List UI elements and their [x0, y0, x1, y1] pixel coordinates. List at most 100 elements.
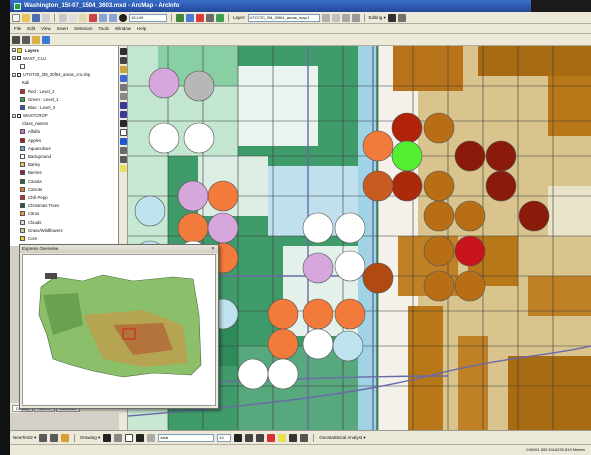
- add-data-icon[interactable]: [119, 13, 127, 22]
- rectangle-icon[interactable]: [125, 433, 134, 442]
- overview-window[interactable]: Express Overview ×: [19, 244, 219, 409]
- menu-bar: File Edit View Insert Selection Tools Wi…: [10, 24, 591, 34]
- edit-tool-icon[interactable]: [387, 13, 396, 22]
- title-bar[interactable]: Washington_15t-07_1504_3603.mxd - ArcMap…: [10, 0, 570, 12]
- arccatalog-icon[interactable]: [196, 13, 204, 22]
- undo-icon[interactable]: [99, 13, 107, 22]
- globe-icon[interactable]: [119, 75, 127, 82]
- copy-icon[interactable]: [69, 13, 77, 22]
- zoom-in-icon[interactable]: [12, 35, 20, 44]
- close-icon[interactable]: ×: [210, 246, 216, 252]
- center-pivot-field: [423, 200, 455, 232]
- delete-icon[interactable]: [89, 13, 97, 22]
- new-document-icon[interactable]: [12, 13, 20, 22]
- hand-pan-icon[interactable]: [119, 66, 127, 73]
- menu-window[interactable]: Window: [113, 26, 133, 31]
- python-window-icon[interactable]: [206, 13, 214, 22]
- print-icon[interactable]: [42, 13, 50, 22]
- menu-help[interactable]: Help: [135, 26, 148, 31]
- identify-icon[interactable]: [119, 138, 127, 145]
- center-pivot-field: [423, 270, 455, 302]
- underline-icon[interactable]: [256, 433, 265, 442]
- select-elements-icon[interactable]: [103, 433, 112, 442]
- legend-swatch: [20, 145, 25, 151]
- edit-vertices-icon[interactable]: [147, 433, 156, 442]
- layer-visibility-checkbox[interactable]: [17, 72, 21, 77]
- center-pivot-field: [454, 235, 486, 267]
- find-icon[interactable]: [119, 147, 127, 154]
- sketch-tool-icon[interactable]: [397, 13, 406, 22]
- font-size-combo[interactable]: 10: [217, 433, 232, 442]
- line-color-icon[interactable]: [289, 433, 298, 442]
- hyperlink-icon[interactable]: [119, 165, 127, 172]
- overview-map-canvas: [38, 273, 202, 378]
- status-bar: 249491.395 5116239.819 Meters: [10, 444, 591, 455]
- layer-visibility-checkbox[interactable]: [17, 113, 21, 118]
- back-arrow-icon[interactable]: [119, 102, 127, 109]
- contrast-icon[interactable]: [321, 13, 330, 22]
- layer-combo[interactable]: UTO720_2M_30f64_areas_map.f: [247, 13, 320, 22]
- tool-icon[interactable]: [50, 433, 59, 442]
- zoom-in-tool-icon[interactable]: [119, 48, 127, 55]
- toc-layer[interactable]: − WAST_CLU: [10, 54, 118, 62]
- italic-icon[interactable]: [245, 433, 254, 442]
- fill-color-icon[interactable]: [278, 433, 287, 442]
- layer-visibility-checkbox[interactable]: [17, 56, 21, 61]
- full-extent-icon[interactable]: [42, 35, 50, 44]
- toc-layer[interactable]: − WASTCROP: [10, 112, 118, 120]
- toc-root[interactable]: − Layers: [10, 46, 118, 54]
- editing-menu[interactable]: Editing ▾: [369, 15, 386, 21]
- menu-view[interactable]: View: [39, 26, 53, 31]
- paste-icon[interactable]: [79, 13, 87, 22]
- legend-swatch: [20, 154, 25, 160]
- cut-icon[interactable]: [59, 13, 67, 22]
- collapse-icon[interactable]: −: [12, 113, 16, 118]
- menu-selection[interactable]: Selection: [72, 26, 95, 31]
- transparency-icon[interactable]: [341, 13, 350, 22]
- toolbar-separator: [313, 433, 315, 442]
- redo-icon[interactable]: [109, 13, 117, 22]
- rotate-icon[interactable]: [114, 433, 123, 442]
- overview-title-bar[interactable]: Express Overview ×: [20, 245, 218, 253]
- collapse-icon[interactable]: −: [12, 56, 16, 61]
- zoom-out-icon[interactable]: [22, 35, 30, 44]
- marker-color-icon[interactable]: [300, 433, 309, 442]
- font-color-icon[interactable]: [267, 433, 276, 442]
- geostatistical-analyst-menu[interactable]: Geostatistical Analyst ▾: [319, 435, 365, 441]
- open-folder-icon[interactable]: [22, 13, 30, 22]
- font-combo[interactable]: Arial: [158, 433, 215, 442]
- tool-icon[interactable]: [39, 433, 48, 442]
- new-text-menu[interactable]: NewText2 ▾: [13, 435, 36, 441]
- bold-icon[interactable]: [234, 433, 243, 442]
- menu-tools[interactable]: Tools: [97, 26, 112, 31]
- collapse-icon[interactable]: −: [12, 72, 16, 77]
- overview-map[interactable]: [22, 254, 216, 406]
- menu-edit[interactable]: Edit: [25, 26, 37, 31]
- brown-field: [528, 276, 591, 316]
- zoom-out-tool-icon[interactable]: [119, 57, 127, 64]
- save-icon[interactable]: [32, 13, 40, 22]
- arctoolbox-icon[interactable]: [186, 13, 194, 22]
- fixed-zoom-in-icon[interactable]: [119, 84, 127, 91]
- editor-icon[interactable]: [176, 13, 184, 22]
- pan-icon[interactable]: [32, 35, 40, 44]
- map-scale-combo[interactable]: 15,149: [129, 13, 167, 22]
- brightness-icon[interactable]: [331, 13, 340, 22]
- toc-label: Background: [28, 154, 51, 160]
- toc-layer[interactable]: − UTO720_2M_30f64_areas_cro.shp: [10, 71, 118, 79]
- swipe-icon[interactable]: [351, 13, 360, 22]
- menu-file[interactable]: File: [12, 26, 23, 31]
- drawing-menu[interactable]: Drawing ▾: [80, 435, 100, 441]
- forward-arrow-icon[interactable]: [119, 111, 127, 118]
- model-builder-icon[interactable]: [216, 13, 224, 22]
- menu-insert[interactable]: Insert: [55, 26, 70, 31]
- text-icon[interactable]: [136, 433, 145, 442]
- collapse-icon[interactable]: −: [12, 48, 16, 53]
- center-pivot-field: [302, 212, 334, 244]
- measure-icon[interactable]: [119, 156, 127, 163]
- select-features-icon[interactable]: [119, 120, 127, 127]
- fixed-zoom-out-icon[interactable]: [119, 93, 127, 100]
- toc-legend-item: Green : Level_1: [10, 95, 118, 103]
- select-elements-icon[interactable]: [119, 129, 127, 136]
- tool-icon[interactable]: [61, 433, 70, 442]
